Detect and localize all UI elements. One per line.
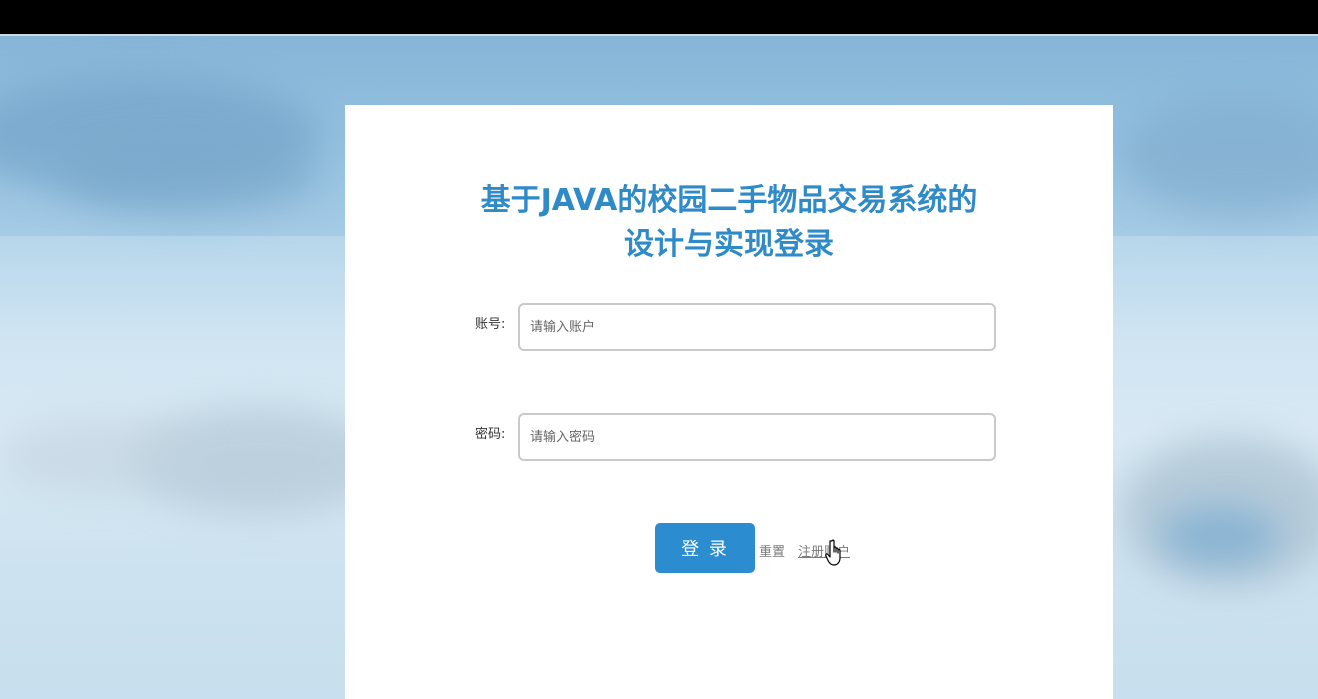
page-title-line-1: 基于JAVA的校园二手物品交易系统的 <box>480 183 978 218</box>
username-label: 账号: <box>475 317 506 332</box>
password-label: 密码: <box>475 427 506 442</box>
cloud <box>0 416 200 496</box>
page-title-line-2: 设计与实现登录 <box>624 227 834 262</box>
login-card: 基于JAVA的校园二手物品交易系统的 设计与实现登录 账号: 密码: 登 录 重… <box>345 105 1113 699</box>
cloud <box>1160 506 1280 566</box>
page-title: 基于JAVA的校园二手物品交易系统的 设计与实现登录 <box>345 179 1113 267</box>
window-top-bar <box>0 0 1318 34</box>
hand-pointer-icon <box>825 539 841 566</box>
password-input[interactable] <box>518 413 996 461</box>
cloud <box>60 136 320 216</box>
username-input[interactable] <box>518 303 996 351</box>
login-button[interactable]: 登 录 <box>655 523 755 573</box>
reset-link[interactable]: 重置 <box>759 541 785 560</box>
